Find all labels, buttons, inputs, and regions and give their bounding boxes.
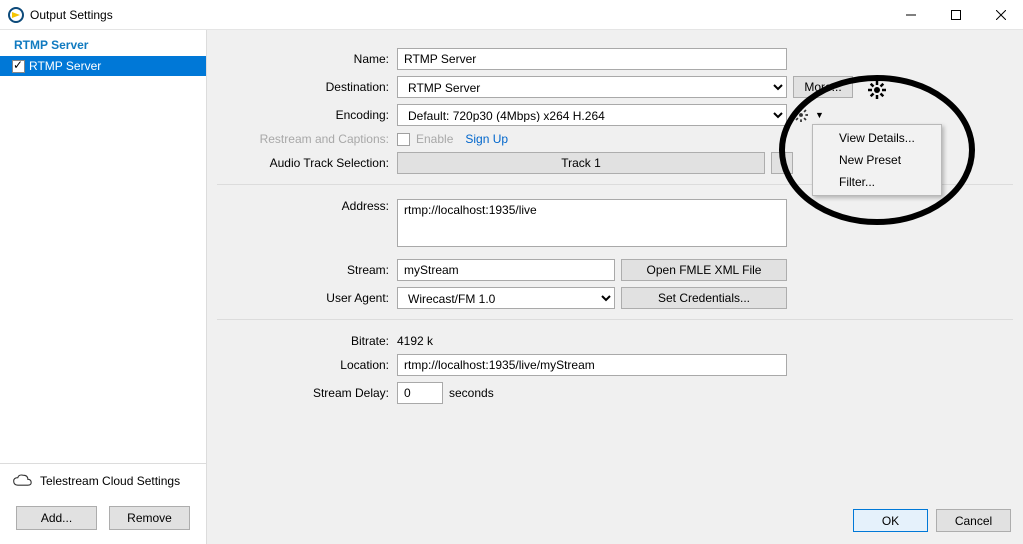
restream-label: Restream and Captions: bbox=[217, 132, 397, 146]
remove-button[interactable]: Remove bbox=[109, 506, 190, 530]
restream-enable-label: Enable bbox=[416, 132, 453, 146]
destination-label: Destination: bbox=[217, 80, 397, 94]
encoding-label: Encoding: bbox=[217, 108, 397, 122]
add-button[interactable]: Add... bbox=[16, 506, 97, 530]
cloud-icon bbox=[12, 474, 32, 488]
menu-item-view-details[interactable]: View Details... bbox=[815, 127, 939, 149]
sidebar-item-label: RTMP Server bbox=[29, 59, 101, 73]
sidebar-header: RTMP Server bbox=[0, 30, 206, 56]
sidebar-item-rtmp-server[interactable]: RTMP Server bbox=[0, 56, 206, 76]
telestream-cloud-settings[interactable]: Telestream Cloud Settings bbox=[0, 463, 206, 498]
name-input[interactable] bbox=[397, 48, 787, 70]
cancel-button[interactable]: Cancel bbox=[936, 509, 1011, 532]
address-input[interactable]: rtmp://localhost:1935/live bbox=[397, 199, 787, 247]
bitrate-value: 4192 k bbox=[397, 334, 433, 348]
stream-input[interactable] bbox=[397, 259, 615, 281]
user-agent-label: User Agent: bbox=[217, 291, 397, 305]
encoding-context-menu: View Details... New Preset Filter... bbox=[812, 124, 942, 196]
window-title: Output Settings bbox=[30, 8, 888, 22]
dropdown-caret-icon[interactable]: ▼ bbox=[815, 110, 824, 120]
audio-track-button[interactable]: Track 1 bbox=[397, 152, 765, 174]
title-bar: Output Settings bbox=[0, 0, 1023, 30]
destination-select[interactable]: RTMP Server bbox=[397, 76, 787, 98]
name-label: Name: bbox=[217, 52, 397, 66]
close-button[interactable] bbox=[978, 0, 1023, 30]
restream-signup-link[interactable]: Sign Up bbox=[465, 132, 508, 146]
menu-item-filter[interactable]: Filter... bbox=[815, 171, 939, 193]
minimize-button[interactable] bbox=[888, 0, 933, 30]
open-fmle-button[interactable]: Open FMLE XML File bbox=[621, 259, 787, 281]
encoding-gear-icon[interactable] bbox=[793, 107, 809, 123]
maximize-button[interactable] bbox=[933, 0, 978, 30]
bitrate-label: Bitrate: bbox=[217, 334, 397, 348]
audio-track-aux-button[interactable] bbox=[771, 152, 793, 174]
stream-delay-unit: seconds bbox=[449, 386, 494, 400]
location-label: Location: bbox=[217, 358, 397, 372]
menu-item-new-preset[interactable]: New Preset bbox=[815, 149, 939, 171]
set-credentials-button[interactable]: Set Credentials... bbox=[621, 287, 787, 309]
audio-track-label: Audio Track Selection: bbox=[217, 156, 397, 170]
restream-enable-checkbox[interactable] bbox=[397, 133, 410, 146]
location-input[interactable] bbox=[397, 354, 787, 376]
ok-button[interactable]: OK bbox=[853, 509, 928, 532]
sidebar: RTMP Server RTMP Server Telestream Cloud… bbox=[0, 30, 207, 544]
stream-delay-input[interactable] bbox=[397, 382, 443, 404]
more-button[interactable]: More... bbox=[793, 76, 853, 98]
cloud-settings-label: Telestream Cloud Settings bbox=[40, 474, 180, 488]
address-label: Address: bbox=[217, 199, 397, 213]
stream-label: Stream: bbox=[217, 263, 397, 277]
sidebar-item-checkbox[interactable] bbox=[12, 60, 25, 73]
stream-delay-label: Stream Delay: bbox=[217, 386, 397, 400]
user-agent-select[interactable]: Wirecast/FM 1.0 bbox=[397, 287, 615, 309]
main-panel: Name: Destination: RTMP Server More... E… bbox=[207, 30, 1023, 544]
app-icon bbox=[8, 7, 24, 23]
encoding-select[interactable]: Default: 720p30 (4Mbps) x264 H.264 bbox=[397, 104, 787, 126]
